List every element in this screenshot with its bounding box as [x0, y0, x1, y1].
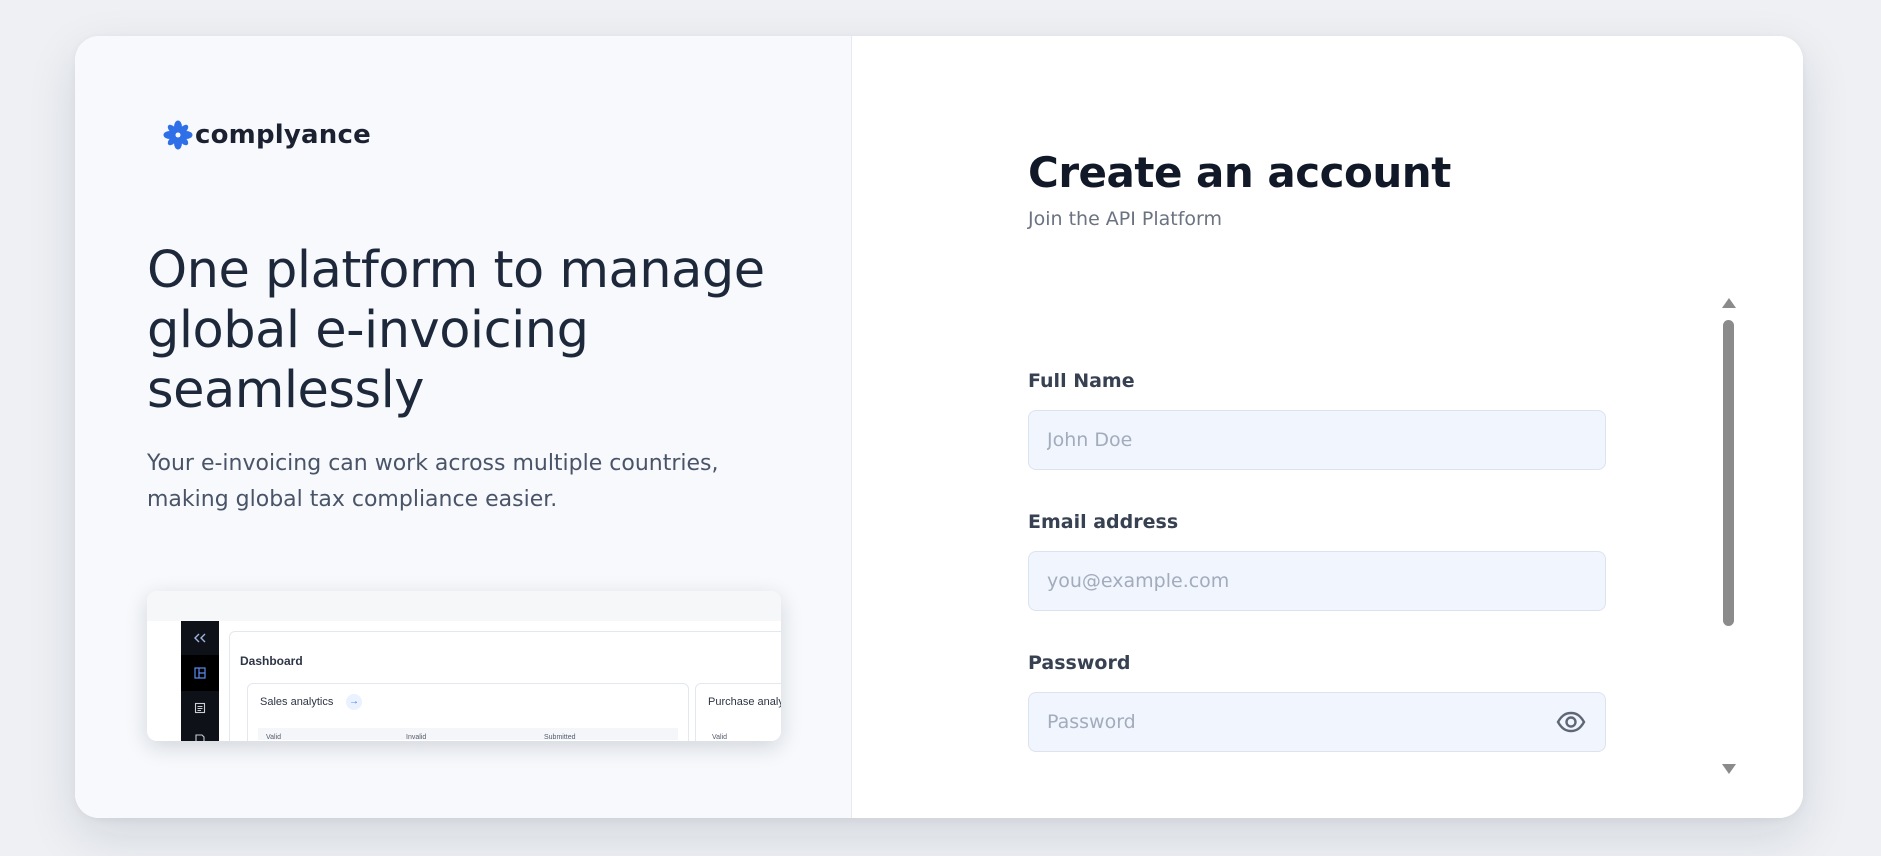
signup-card: complyance One platform to manage global…	[75, 36, 1803, 818]
password-input[interactable]	[1028, 692, 1606, 752]
hero-subtext: Your e-invoicing can work across multipl…	[147, 451, 719, 512]
dashboard-preview-image: Dashboard Sales analytics → Valid Invali…	[147, 591, 781, 741]
preview-purchase-card: Purchase analy Valid	[695, 683, 781, 741]
collapse-icon	[189, 627, 211, 649]
preview-card-title: Purchase analy	[708, 696, 781, 708]
password-label: Password	[1028, 652, 1131, 674]
scroll-down-arrow-icon[interactable]	[1722, 764, 1736, 774]
brand-name: complyance	[195, 120, 371, 150]
brand-logo[interactable]: complyance	[163, 120, 371, 150]
form-subtitle: Join the API Platform	[1028, 208, 1223, 230]
scroll-thumb[interactable]	[1723, 320, 1734, 626]
preview-sidebar	[181, 621, 219, 741]
preview-card-title: Sales analytics	[260, 696, 334, 708]
preview-table-header	[258, 728, 678, 740]
preview-col: Valid	[266, 734, 282, 741]
show-password-eye-icon[interactable]	[1555, 706, 1587, 738]
document-icon	[189, 697, 211, 719]
preview-title: Dashboard	[240, 654, 303, 668]
preview-sales-card: Sales analytics → Valid Invalid Submitte…	[247, 683, 689, 741]
full-name-input[interactable]	[1028, 410, 1606, 470]
email-label: Email address	[1028, 511, 1179, 533]
arrow-right-icon: →	[346, 694, 362, 710]
scroll-up-arrow-icon[interactable]	[1722, 298, 1736, 308]
form-scrollbar[interactable]	[1721, 298, 1736, 774]
dashboard-icon	[189, 662, 211, 684]
full-name-label: Full Name	[1028, 370, 1135, 392]
form-title: Create an account	[1028, 148, 1451, 197]
preview-col: Valid	[712, 734, 728, 741]
hero-headline: One platform to manage global e-invoicin…	[147, 241, 765, 420]
preview-topbar	[147, 591, 781, 621]
signup-form-panel: Create an account Join the API Platform …	[853, 36, 1803, 818]
preview-col: Submitted	[544, 734, 576, 741]
preview-col: Invalid	[406, 734, 427, 741]
marketing-panel: complyance One platform to manage global…	[75, 36, 852, 818]
email-input[interactable]	[1028, 551, 1606, 611]
flower-logo-icon	[163, 120, 193, 150]
file-icon	[189, 729, 211, 741]
